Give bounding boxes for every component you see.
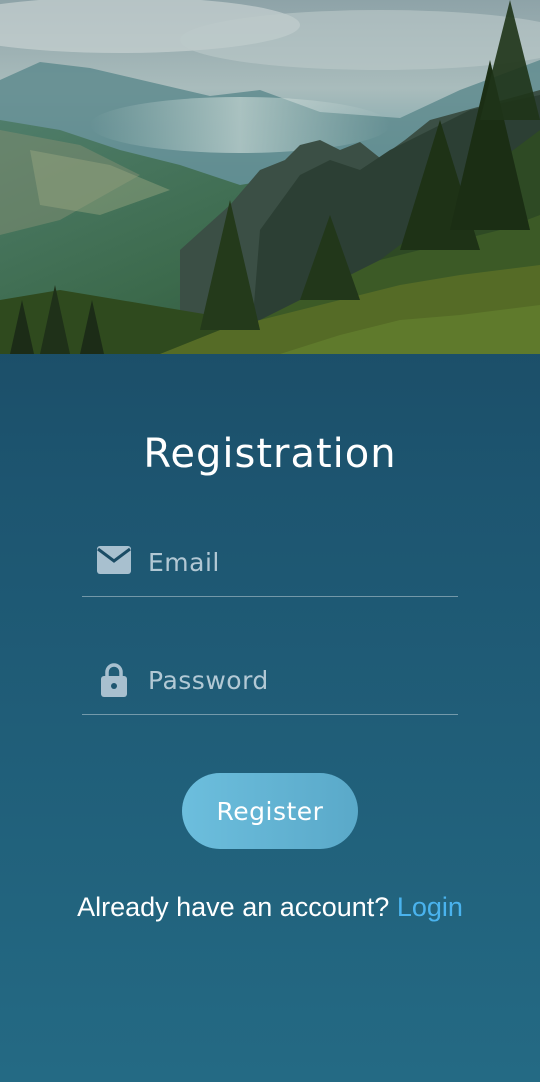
password-input[interactable]: [148, 660, 448, 700]
lock-icon: [96, 662, 136, 698]
email-input[interactable]: [148, 542, 448, 582]
registration-screen: Registration Register Alread: [0, 0, 540, 1082]
password-field: [82, 644, 458, 715]
register-button[interactable]: Register: [182, 773, 358, 849]
login-prompt: Already have an account? Login: [0, 890, 540, 924]
email-field: [82, 526, 458, 597]
hero-landscape-image: [0, 0, 540, 354]
login-prompt-text: Already have an account?: [77, 892, 390, 922]
registration-form: Registration Register Alread: [0, 354, 540, 1082]
envelope-icon: [96, 544, 136, 580]
page-title: Registration: [143, 431, 397, 477]
login-link[interactable]: Login: [397, 892, 463, 922]
